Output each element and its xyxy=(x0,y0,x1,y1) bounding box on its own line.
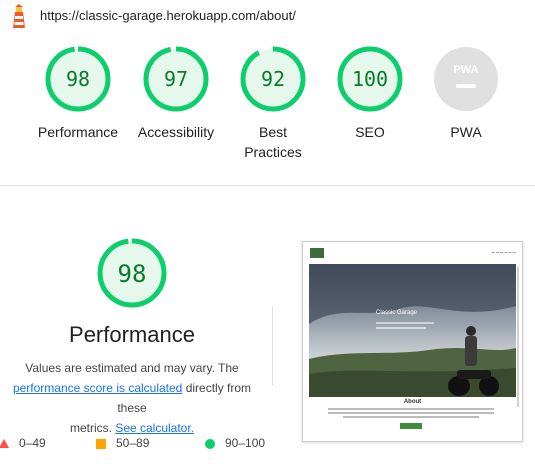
gauge-score: 98 xyxy=(66,67,90,91)
performance-score: 98 xyxy=(118,260,147,288)
gauge-label: SEO xyxy=(355,124,385,140)
screenshot-scrollbar xyxy=(517,267,519,407)
see-calculator-link[interactable]: See calculator. xyxy=(115,421,194,435)
desc-text: Values are estimated and may vary. The xyxy=(25,361,239,375)
pwa-badge-text: PWA xyxy=(453,64,478,76)
final-screenshot[interactable]: ▬ ▬ ▬ ▬ ▬ ▬ Classic Garage About xyxy=(302,241,523,442)
gauge-score: 100 xyxy=(352,67,388,91)
performance-description: Values are estimated and may vary. The p… xyxy=(0,358,264,438)
screenshot-about-heading: About xyxy=(403,399,422,405)
performance-gauge: 98 xyxy=(97,238,167,308)
triangle-icon xyxy=(0,439,9,449)
square-icon xyxy=(96,438,106,449)
page-url[interactable]: https://classic-garage.herokuapp.com/abo… xyxy=(40,8,296,23)
legend-range: 90–100 xyxy=(225,436,266,450)
url-bar: https://classic-garage.herokuapp.com/abo… xyxy=(0,0,535,33)
gauge-accessibility[interactable]: 97 Accessibility xyxy=(121,44,231,142)
gauge-pwa[interactable]: PWA PWA xyxy=(411,44,521,142)
screenshot-nav-links: ▬ ▬ ▬ ▬ ▬ ▬ xyxy=(491,250,516,254)
gauge-seo[interactable]: 100 SEO xyxy=(315,44,425,142)
section-divider xyxy=(0,185,535,186)
gauge-label: PWA xyxy=(450,124,482,140)
lighthouse-icon xyxy=(13,4,25,28)
legend-range: 0–49 xyxy=(19,436,46,450)
site-logo-icon xyxy=(310,248,324,258)
gauge-performance[interactable]: 98 Performance xyxy=(23,44,133,142)
circle-icon xyxy=(205,438,215,449)
legend-average: 50–89 xyxy=(96,436,149,450)
gauge-label: Accessibility xyxy=(137,124,215,140)
legend-range: 50–89 xyxy=(116,436,150,450)
performance-title: Performance xyxy=(69,322,195,347)
desc-text: metrics. xyxy=(69,421,116,435)
gauge-best-practices[interactable]: 92 Best Practices xyxy=(218,44,328,162)
gauge-label: Best Practices xyxy=(244,124,302,160)
gauge-score: 97 xyxy=(164,67,188,91)
legend-fail: 0–49 xyxy=(0,436,46,450)
gauge-label: Performance xyxy=(37,124,119,140)
performance-score-link[interactable]: performance score is calculated xyxy=(13,381,182,395)
screenshot-nav: ▬ ▬ ▬ ▬ ▬ ▬ xyxy=(303,242,522,264)
vertical-divider xyxy=(272,306,273,386)
screenshot-hero-title: Classic Garage xyxy=(376,310,418,316)
category-gauges: 98 Performance 97 Accessibility 92 Best … xyxy=(0,44,535,184)
gauge-score: 92 xyxy=(261,67,285,91)
hero-image xyxy=(309,264,516,397)
legend-pass: 90–100 xyxy=(205,436,265,450)
screenshot-contact-button xyxy=(400,423,422,429)
pwa-badge-icon xyxy=(434,47,498,111)
